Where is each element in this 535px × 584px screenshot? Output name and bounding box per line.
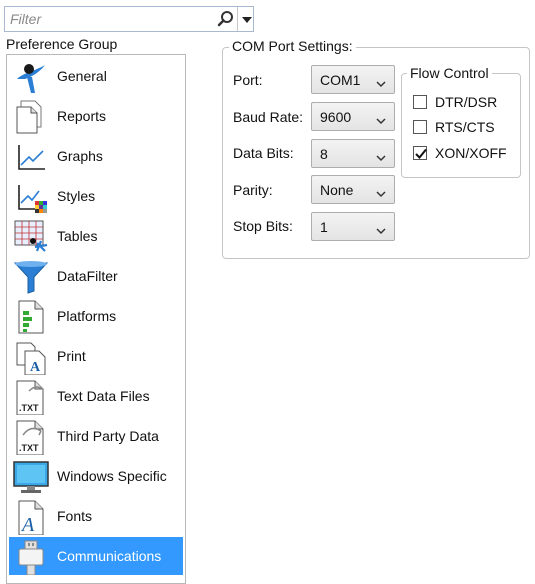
pref-item-general[interactable]: General <box>9 57 183 95</box>
platforms-icon <box>13 299 49 335</box>
parity-value: None <box>320 182 354 198</box>
monitor-icon <box>13 459 49 495</box>
txt-import-icon: .TXT <box>13 419 49 456</box>
checkbox-label: RTS/CTS <box>435 119 495 135</box>
tables-icon <box>13 219 49 255</box>
pref-item-communications[interactable]: Communications <box>9 537 183 576</box>
reports-icon <box>13 99 49 135</box>
pref-item-styles[interactable]: Styles <box>9 177 183 215</box>
chevron-down-icon <box>376 185 386 198</box>
pref-item-label: Reports <box>57 108 107 124</box>
pref-item-datafilter[interactable]: DataFilter <box>9 257 183 295</box>
baud-rate-label: Baud Rate: <box>233 109 304 125</box>
print-icon: A <box>13 339 49 376</box>
stop-bits-select[interactable]: 1 <box>311 212 395 241</box>
checkbox-label: DTR/DSR <box>435 94 498 110</box>
flow-control-title: Flow Control <box>407 65 492 81</box>
pref-item-label: General <box>57 68 107 84</box>
pref-item-text-data-files[interactable]: .TXT Text Data Files <box>9 377 183 416</box>
pref-item-label: Styles <box>57 188 96 204</box>
pref-item-label: Text Data Files <box>57 388 150 404</box>
pref-item-tables[interactable]: Tables <box>9 217 183 255</box>
parity-select[interactable]: None <box>311 175 395 204</box>
preference-group-label: Preference Group <box>6 36 118 52</box>
baud-rate-value: 9600 <box>320 109 352 125</box>
preference-list[interactable]: General Reports Graphs Styles Tables Dat… <box>6 54 186 584</box>
com-port-settings-title: COM Port Settings: <box>229 38 356 54</box>
chevron-down-icon <box>376 75 386 88</box>
chevron-down-icon <box>376 149 386 162</box>
pref-item-label: Platforms <box>57 308 117 324</box>
parity-label: Parity: <box>233 182 273 198</box>
pref-item-label: Graphs <box>57 148 103 164</box>
usb-plug-icon <box>13 539 49 576</box>
pref-item-fonts[interactable]: A Fonts <box>9 497 183 536</box>
checkbox-label: XON/XOFF <box>435 145 507 161</box>
pref-item-print[interactable]: A Print <box>9 337 183 376</box>
svg-text:A: A <box>20 514 35 535</box>
chevron-down-icon <box>376 222 386 235</box>
data-bits-select[interactable]: 8 <box>311 139 395 168</box>
checkbox-box[interactable] <box>413 146 427 160</box>
data-bits-label: Data Bits: <box>233 145 294 161</box>
filter-box[interactable] <box>4 6 254 32</box>
search-icon[interactable] <box>216 9 236 29</box>
stop-bits-value: 1 <box>320 219 328 235</box>
chevron-down-icon[interactable] <box>237 7 254 31</box>
pref-item-label: Tables <box>57 228 98 244</box>
filter-input[interactable] <box>5 7 215 31</box>
svg-text:.TXT: .TXT <box>19 403 39 413</box>
checkmark-icon <box>415 148 427 159</box>
pref-item-reports[interactable]: Reports <box>9 97 183 135</box>
styles-icon <box>13 179 49 215</box>
txt-file-icon: .TXT <box>13 379 49 416</box>
pref-item-label: DataFilter <box>57 268 118 284</box>
pref-item-label: Fonts <box>57 508 93 524</box>
fonts-icon: A <box>13 499 49 536</box>
data-bits-value: 8 <box>320 146 328 162</box>
checkbox-box[interactable] <box>413 120 427 134</box>
pref-item-label: Communications <box>57 548 162 564</box>
funnel-icon <box>13 259 49 295</box>
pref-item-platforms[interactable]: Platforms <box>9 297 183 335</box>
port-select[interactable]: COM1 <box>311 65 395 94</box>
general-icon <box>13 59 49 95</box>
pref-item-graphs[interactable]: Graphs <box>9 137 183 175</box>
graphs-icon <box>13 139 49 175</box>
pref-item-third-party-data[interactable]: .TXT Third Party Data <box>9 417 183 456</box>
stop-bits-label: Stop Bits: <box>233 218 293 234</box>
pref-item-label: Print <box>57 348 86 364</box>
svg-text:A: A <box>30 360 41 375</box>
chevron-down-icon <box>376 112 386 125</box>
baud-rate-select[interactable]: 9600 <box>311 102 395 131</box>
svg-text:.TXT: .TXT <box>19 443 39 453</box>
port-label: Port: <box>233 72 263 88</box>
pref-item-label: Windows Specific <box>57 468 167 484</box>
port-value: COM1 <box>320 72 361 88</box>
pref-item-windows-specific[interactable]: Windows Specific <box>9 457 183 495</box>
checkbox-box[interactable] <box>413 95 427 109</box>
pref-item-label: Third Party Data <box>57 428 159 444</box>
